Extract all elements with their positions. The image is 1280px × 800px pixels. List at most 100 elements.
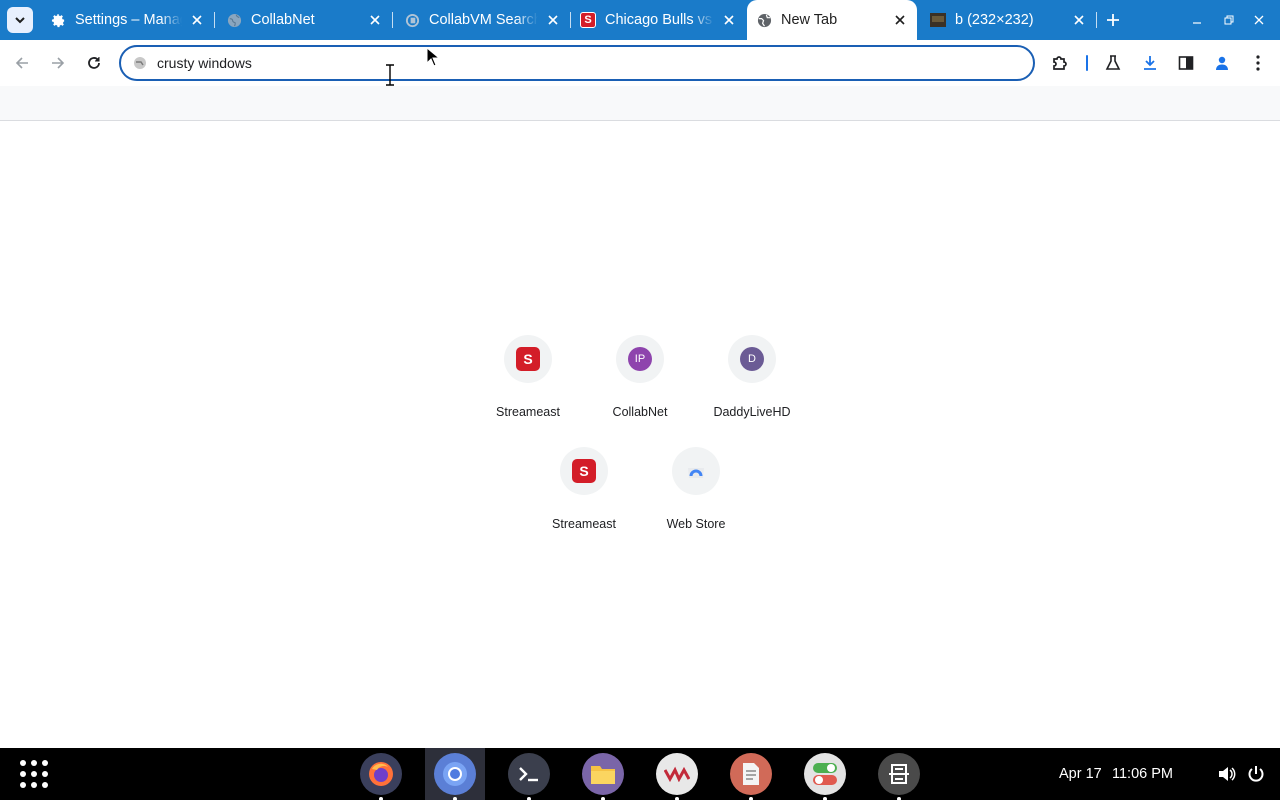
side-panel-button[interactable] xyxy=(1174,51,1198,75)
tab-title: New Tab xyxy=(781,12,838,28)
status-time[interactable]: 11:06 PM xyxy=(1112,766,1173,782)
tab-title: CollabVM Search xyxy=(429,12,538,28)
shortcut-icon-circle: S xyxy=(560,447,608,495)
terminal-app[interactable] xyxy=(508,753,550,800)
close-icon[interactable] xyxy=(366,11,384,29)
files-app[interactable] xyxy=(582,753,624,800)
shortcut-tile[interactable]: Web Store xyxy=(640,447,752,559)
address-input[interactable] xyxy=(157,53,997,73)
minimize-icon xyxy=(1193,22,1201,24)
shortcut-label: DaddyLiveHD xyxy=(713,405,791,419)
arrow-right-icon xyxy=(52,57,65,69)
tab-title: CollabNet xyxy=(251,12,315,28)
shortcut-tile[interactable]: IP CollabNet xyxy=(584,335,696,447)
ocr-app[interactable] xyxy=(878,753,920,800)
puzzle-icon xyxy=(1053,56,1067,70)
tab-title: b (232×232) xyxy=(955,12,1034,28)
launcher-dot xyxy=(42,782,48,788)
forward-button[interactable] xyxy=(46,51,70,75)
gear-icon xyxy=(50,12,66,28)
toolbar xyxy=(0,40,1280,86)
power-button[interactable] xyxy=(1246,764,1266,784)
mouse-pointer-icon xyxy=(426,47,440,67)
shortcut-icon-circle: IP xyxy=(616,335,664,383)
launcher-dot xyxy=(20,782,26,788)
launcher-dot xyxy=(31,760,37,766)
tab-search-button[interactable] xyxy=(7,7,33,33)
tab-settings[interactable]: Settings – Manage xyxy=(40,0,212,40)
address-bar[interactable] xyxy=(119,45,1035,81)
tab-image[interactable]: b (232×232) xyxy=(922,0,1094,40)
plus-icon xyxy=(1107,14,1119,26)
close-icon[interactable] xyxy=(188,11,206,29)
launcher-dot xyxy=(20,760,26,766)
menu-button[interactable] xyxy=(1246,51,1270,75)
collabvm-app[interactable] xyxy=(656,753,698,800)
download-icon xyxy=(1144,56,1156,70)
collabvm-icon xyxy=(404,12,420,28)
chromium-icon xyxy=(443,762,467,786)
toolbar-divider xyxy=(1086,55,1088,71)
settings-toggle-app[interactable] xyxy=(804,753,846,800)
person-icon xyxy=(1216,56,1228,70)
flask-icon xyxy=(1105,55,1121,70)
monogram-icon: IP xyxy=(628,347,652,371)
restore-icon xyxy=(1224,15,1234,25)
shortcut-icon-circle: D xyxy=(728,335,776,383)
close-icon[interactable] xyxy=(1070,11,1088,29)
restore-button[interactable] xyxy=(1220,11,1238,29)
text-cursor-icon xyxy=(386,64,394,86)
close-icon[interactable] xyxy=(891,11,909,29)
monogram-icon: D xyxy=(740,347,764,371)
scan-icon xyxy=(889,764,909,784)
globe-icon xyxy=(226,12,242,28)
shortcut-label: Streameast xyxy=(496,405,560,419)
volume-button[interactable] xyxy=(1217,764,1237,784)
labs-button[interactable] xyxy=(1101,51,1125,75)
firefox-app[interactable] xyxy=(360,753,402,800)
streameast-icon: S xyxy=(580,12,596,28)
tab-new-tab[interactable]: New Tab xyxy=(747,0,917,40)
shortcut-tile[interactable]: D DaddyLiveHD xyxy=(696,335,808,447)
shortcut-label: CollabNet xyxy=(612,405,668,419)
folder-icon xyxy=(591,766,615,784)
chromium-app[interactable] xyxy=(434,753,476,800)
text-editor-app[interactable] xyxy=(730,753,772,800)
status-date[interactable]: Apr 17 xyxy=(1059,766,1102,782)
close-window-button[interactable] xyxy=(1250,11,1268,29)
volume-icon xyxy=(1219,767,1236,781)
launcher-dot xyxy=(42,760,48,766)
reload-icon xyxy=(88,57,100,69)
tab-title: Chicago Bulls vs xyxy=(605,12,713,28)
profile-button[interactable] xyxy=(1210,51,1234,75)
back-button[interactable] xyxy=(10,51,34,75)
shortcut-icon-circle: S xyxy=(504,335,552,383)
streameast-icon: S xyxy=(516,347,540,371)
launcher-button[interactable] xyxy=(17,757,51,791)
reload-button[interactable] xyxy=(82,51,106,75)
shortcut-tile[interactable]: S Streameast xyxy=(472,335,584,447)
search-engine-icon xyxy=(132,55,148,71)
tab-separator xyxy=(1096,12,1097,28)
close-icon[interactable] xyxy=(720,11,738,29)
firefox-icon xyxy=(369,762,393,786)
terminal-icon xyxy=(519,767,538,782)
tab-separator xyxy=(214,12,215,28)
shortcut-icon-circle xyxy=(672,447,720,495)
shortcut-label: Web Store xyxy=(666,517,726,531)
extensions-button[interactable] xyxy=(1048,51,1072,75)
document-icon xyxy=(743,763,759,785)
close-icon[interactable] xyxy=(544,11,562,29)
tab-chicago-bulls[interactable]: S Chicago Bulls vs xyxy=(574,0,744,40)
chevron-down-icon xyxy=(15,17,25,24)
tab-collabvm-search[interactable]: CollabVM Search xyxy=(396,0,568,40)
minimize-button[interactable] xyxy=(1188,11,1206,29)
more-vert-icon xyxy=(1256,55,1260,71)
new-tab-button[interactable] xyxy=(1102,9,1124,31)
globe-icon xyxy=(756,12,772,28)
shortcut-tile[interactable]: S Streameast xyxy=(528,447,640,559)
tab-collabnet[interactable]: CollabNet xyxy=(218,0,390,40)
side-panel-icon xyxy=(1178,56,1194,70)
launcher-dot xyxy=(20,771,26,777)
downloads-button[interactable] xyxy=(1138,51,1162,75)
